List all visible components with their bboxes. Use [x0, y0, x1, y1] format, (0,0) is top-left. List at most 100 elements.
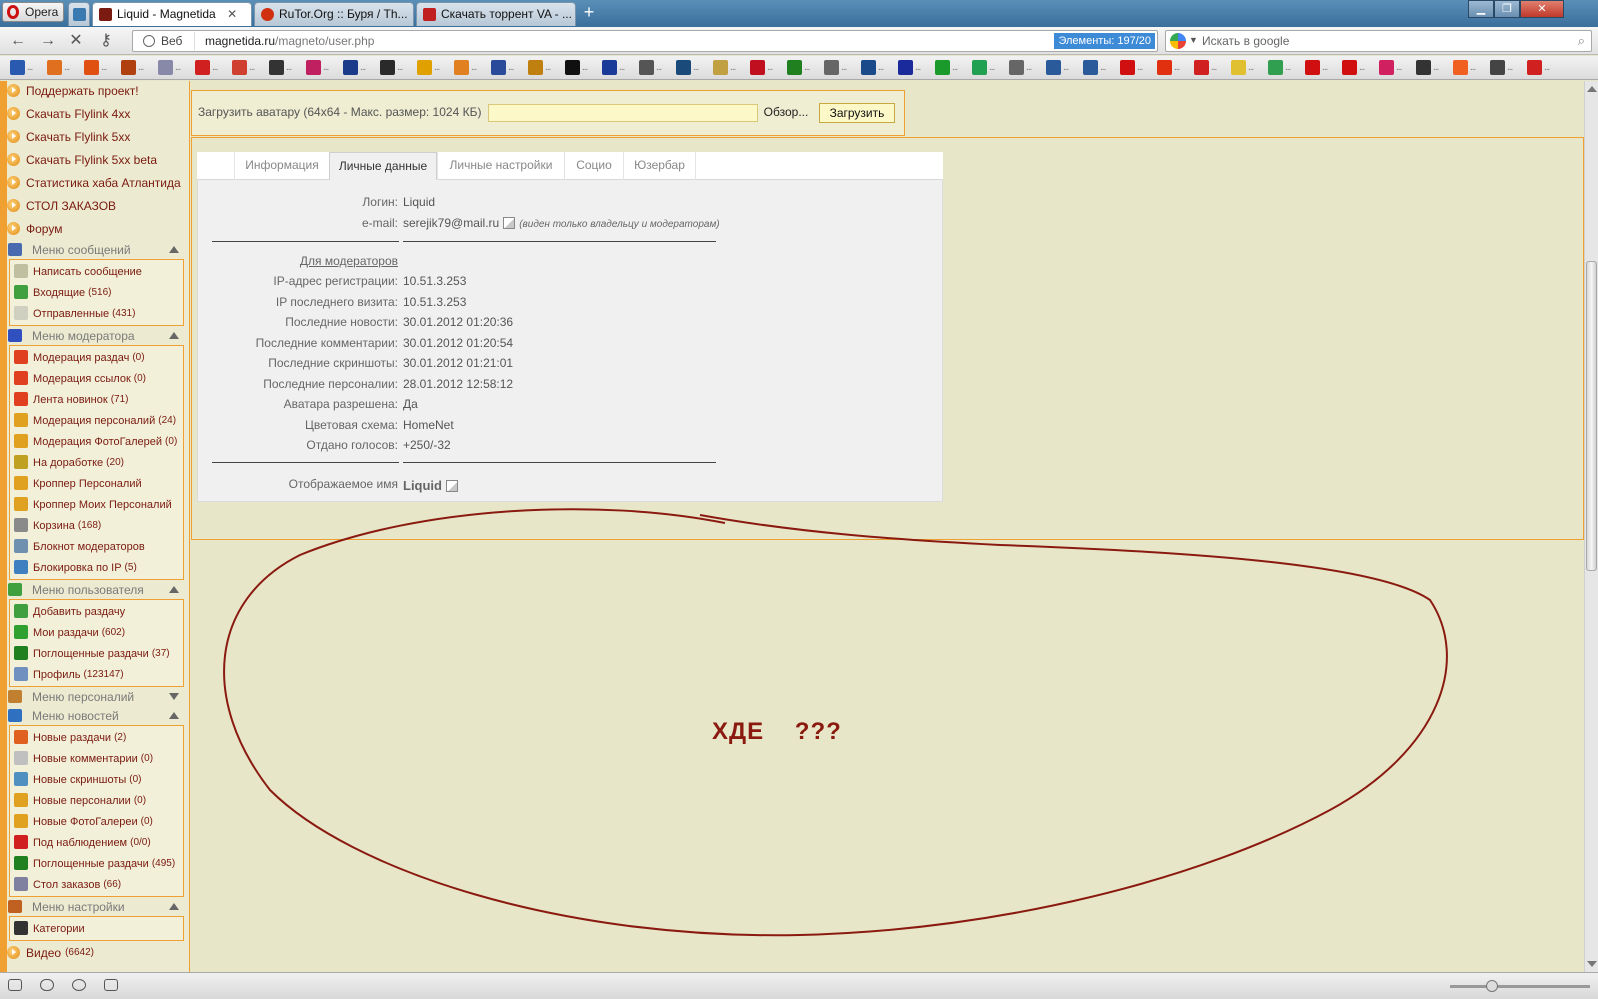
turbo-icon[interactable]: [104, 979, 118, 991]
menu-item[interactable]: Модерация ФотоГалерей (0): [10, 431, 183, 452]
address-url[interactable]: magnetida.ru/magneto/user.php: [205, 31, 374, 51]
bookmark-item[interactable]: ...: [565, 60, 597, 76]
bookmark-item[interactable]: ...: [713, 60, 745, 76]
bookmark-item[interactable]: ...: [84, 60, 116, 76]
sidebar-link[interactable]: Поддержать проект!: [0, 81, 189, 102]
bookmark-item[interactable]: ...: [787, 60, 819, 76]
bookmark-item[interactable]: ...: [417, 60, 449, 76]
menu-item[interactable]: Добавить раздачу: [10, 601, 183, 622]
menu-header[interactable]: Меню настройки: [0, 897, 189, 916]
bookmark-item[interactable]: ...: [1009, 60, 1041, 76]
bookmark-item[interactable]: ...: [269, 60, 301, 76]
bookmark-item[interactable]: ...: [306, 60, 338, 76]
tab-information[interactable]: Информация: [234, 152, 329, 180]
tab-torrent-va[interactable]: Скачать торрент VA - ... ✕: [416, 2, 576, 26]
bookmark-item[interactable]: ...: [528, 60, 560, 76]
menu-item[interactable]: Написать сообщение: [10, 261, 183, 282]
zoom-slider-knob[interactable]: [1486, 980, 1498, 992]
search-icon[interactable]: ⌕: [1578, 33, 1585, 49]
bookmark-item[interactable]: ...: [1342, 60, 1374, 76]
menu-item[interactable]: Профиль (123147): [10, 664, 183, 685]
menu-item[interactable]: Кроппер Моих Персоналий: [10, 494, 183, 515]
bookmark-item[interactable]: ...: [232, 60, 264, 76]
bookmark-item[interactable]: ...: [861, 60, 893, 76]
menu-item[interactable]: Мои раздачи (602): [10, 622, 183, 643]
menu-header[interactable]: Меню пользователя: [0, 580, 189, 599]
bookmark-item[interactable]: ...: [972, 60, 1004, 76]
bookmark-item[interactable]: ...: [343, 60, 375, 76]
share-icon[interactable]: [72, 979, 86, 991]
google-icon[interactable]: [1170, 33, 1186, 49]
bookmark-item[interactable]: ...: [158, 60, 190, 76]
menu-item[interactable]: Стол заказов (66): [10, 874, 183, 895]
tab-personal-settings[interactable]: Личные настройки: [437, 152, 564, 180]
bookmark-item[interactable]: ...: [1046, 60, 1078, 76]
forward-button[interactable]: →: [38, 31, 58, 51]
bookmark-item[interactable]: ...: [1416, 60, 1448, 76]
opera-menu-button[interactable]: Opera: [2, 2, 64, 22]
search-input[interactable]: Искать в google: [1202, 31, 1289, 51]
panel-toggle-icon[interactable]: [8, 979, 22, 991]
menu-item[interactable]: Отправленные (431): [10, 303, 183, 324]
address-scheme[interactable]: Веб: [137, 32, 195, 50]
menu-item[interactable]: Поглощенные раздачи (495): [10, 853, 183, 874]
menu-item[interactable]: Кроппер Персоналий: [10, 473, 183, 494]
menu-item[interactable]: Лента новинок (71): [10, 389, 183, 410]
cloud-icon[interactable]: [40, 979, 54, 991]
bookmark-item[interactable]: ...: [491, 60, 523, 76]
edit-icon[interactable]: [446, 480, 458, 492]
avatar-file-input[interactable]: [488, 104, 758, 122]
bookmark-item[interactable]: ...: [121, 60, 153, 76]
tab-userbar[interactable]: Юзербар: [623, 152, 696, 180]
menu-header[interactable]: Меню новостей: [0, 706, 189, 725]
bookmark-item[interactable]: ...: [47, 60, 79, 76]
bookmark-item[interactable]: ...: [1083, 60, 1115, 76]
menu-item[interactable]: Модерация персоналий (24): [10, 410, 183, 431]
menu-item[interactable]: Под наблюдением (0/0): [10, 832, 183, 853]
bookmark-item[interactable]: ...: [10, 60, 42, 76]
menu-item[interactable]: Блокировка по IP (5): [10, 557, 183, 578]
browse-button[interactable]: Обзор...: [756, 104, 816, 122]
minimize-button[interactable]: ▁: [1468, 0, 1494, 18]
menu-item[interactable]: Модерация раздач (0): [10, 347, 183, 368]
chevron-up-icon[interactable]: [169, 332, 179, 339]
chevron-up-icon[interactable]: [169, 712, 179, 719]
menu-item[interactable]: Категории: [10, 918, 183, 939]
back-button[interactable]: ←: [8, 31, 28, 51]
key-icon[interactable]: ⚷: [96, 31, 116, 51]
upload-button[interactable]: Загрузить: [819, 103, 895, 123]
menu-item[interactable]: Модерация ссылок (0): [10, 368, 183, 389]
bookmark-item[interactable]: ...: [195, 60, 227, 76]
sidebar-link[interactable]: Скачать Flylink 4xx: [0, 102, 189, 125]
menu-item[interactable]: Новые персоналии (0): [10, 790, 183, 811]
bookmark-item[interactable]: ...: [1157, 60, 1189, 76]
bookmark-item[interactable]: ...: [380, 60, 412, 76]
close-tab-icon[interactable]: ✕: [227, 3, 237, 25]
close-window-button[interactable]: ✕: [1520, 0, 1564, 18]
menu-item[interactable]: Корзина (168): [10, 515, 183, 536]
menu-item[interactable]: На доработке (20): [10, 452, 183, 473]
scroll-down-icon[interactable]: [1587, 961, 1597, 967]
menu-header[interactable]: Меню модератора: [0, 326, 189, 345]
bookmark-item[interactable]: ...: [1379, 60, 1411, 76]
zoom-slider[interactable]: [1450, 980, 1590, 992]
bookmark-item[interactable]: ...: [824, 60, 856, 76]
chevron-up-icon[interactable]: [169, 246, 179, 253]
tab-socio[interactable]: Социо: [564, 152, 623, 180]
sidebar-item-video[interactable]: Видео (6642): [0, 941, 189, 964]
scroll-up-icon[interactable]: [1587, 86, 1597, 92]
new-tab-button[interactable]: +: [578, 2, 600, 24]
stop-button[interactable]: ✕: [66, 31, 86, 51]
bookmark-item[interactable]: ...: [1231, 60, 1263, 76]
tab-speed-dial[interactable]: [68, 2, 90, 26]
bookmark-item[interactable]: ...: [602, 60, 634, 76]
chevron-up-icon[interactable]: [169, 586, 179, 593]
menu-item[interactable]: Поглощенные раздачи (37): [10, 643, 183, 664]
bookmark-item[interactable]: ...: [1453, 60, 1485, 76]
edit-icon[interactable]: [503, 217, 516, 229]
chevron-down-icon[interactable]: ▼: [1189, 35, 1198, 45]
address-bar[interactable]: Веб magnetida.ru/magneto/user.php Элемен…: [132, 30, 1158, 52]
menu-item[interactable]: Блокнот модераторов: [10, 536, 183, 557]
bookmark-item[interactable]: ...: [898, 60, 930, 76]
bookmark-item[interactable]: ...: [676, 60, 708, 76]
